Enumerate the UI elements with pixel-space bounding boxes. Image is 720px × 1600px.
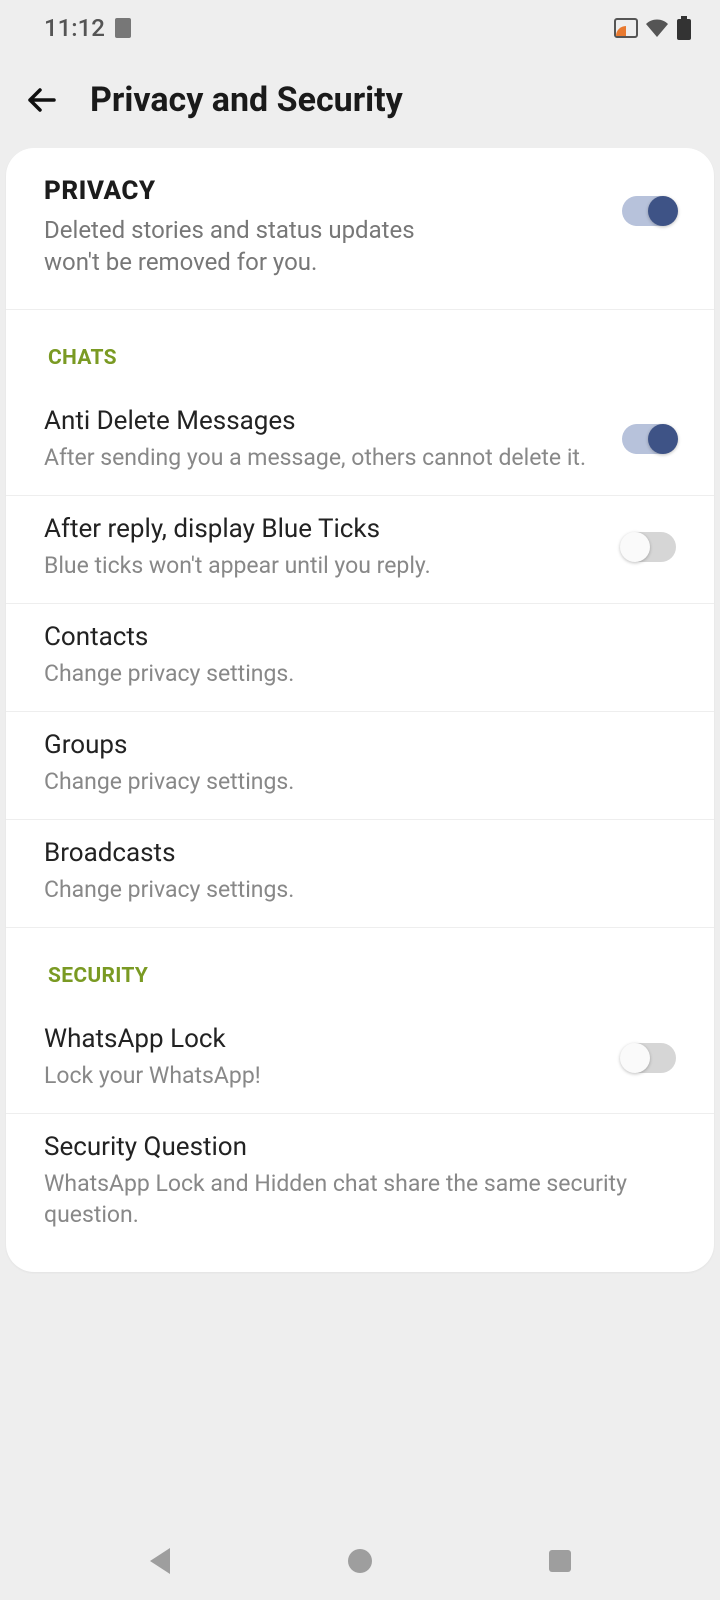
row-anti-delete[interactable]: Anti Delete Messages After sending you a…	[6, 388, 714, 496]
row-sub: After sending you a message, others cann…	[44, 442, 604, 473]
back-arrow-icon	[24, 82, 60, 118]
status-time: 11:12	[44, 14, 105, 42]
nav-recents-button[interactable]	[543, 1544, 577, 1578]
row-sub: Blue ticks won't appear until you reply.	[44, 550, 604, 581]
settings-card: PRIVACY Deleted stories and status updat…	[6, 148, 714, 1272]
row-blue-ticks[interactable]: After reply, display Blue Ticks Blue tic…	[6, 496, 714, 604]
triangle-back-icon	[146, 1546, 174, 1576]
nav-back-button[interactable]	[143, 1544, 177, 1578]
sd-card-icon	[115, 18, 131, 38]
status-right	[614, 16, 692, 40]
privacy-text: PRIVACY Deleted stories and status updat…	[6, 176, 622, 279]
row-title: WhatsApp Lock	[44, 1024, 604, 1054]
row-title: Anti Delete Messages	[44, 406, 604, 436]
page-header: Privacy and Security	[0, 56, 720, 148]
row-sub: Change privacy settings.	[44, 658, 658, 689]
blue-ticks-toggle[interactable]	[622, 532, 676, 562]
privacy-heading: PRIVACY	[6, 176, 622, 214]
status-left: 11:12	[44, 14, 131, 42]
privacy-toggle-wrap	[622, 176, 714, 226]
privacy-subtitle: Deleted stories and status updates won't…	[6, 214, 622, 279]
system-nav-bar	[0, 1522, 720, 1600]
row-title: After reply, display Blue Ticks	[44, 514, 604, 544]
back-button[interactable]	[22, 80, 62, 120]
row-sub: Change privacy settings.	[44, 874, 658, 905]
nav-home-button[interactable]	[343, 1544, 377, 1578]
row-contacts[interactable]: Contacts Change privacy settings.	[6, 604, 714, 712]
battery-icon	[676, 16, 692, 40]
chats-group-label: CHATS	[6, 310, 714, 388]
status-bar: 11:12	[0, 0, 720, 56]
row-security-question[interactable]: Security Question WhatsApp Lock and Hidd…	[6, 1114, 714, 1252]
row-title: Groups	[44, 730, 658, 760]
page-title: Privacy and Security	[90, 80, 403, 120]
square-recents-icon	[547, 1548, 573, 1574]
whatsapp-lock-toggle[interactable]	[622, 1043, 676, 1073]
row-sub: WhatsApp Lock and Hidden chat share the …	[44, 1168, 658, 1230]
row-title: Contacts	[44, 622, 658, 652]
row-broadcasts[interactable]: Broadcasts Change privacy settings.	[6, 820, 714, 928]
cast-icon	[614, 18, 638, 38]
security-group-label: SECURITY	[6, 928, 714, 1006]
row-title: Broadcasts	[44, 838, 658, 868]
row-sub: Change privacy settings.	[44, 766, 658, 797]
circle-home-icon	[346, 1547, 374, 1575]
wifi-icon	[644, 18, 670, 38]
anti-delete-toggle[interactable]	[622, 424, 676, 454]
row-groups[interactable]: Groups Change privacy settings.	[6, 712, 714, 820]
row-sub: Lock your WhatsApp!	[44, 1060, 604, 1091]
row-title: Security Question	[44, 1132, 658, 1162]
row-whatsapp-lock[interactable]: WhatsApp Lock Lock your WhatsApp!	[6, 1006, 714, 1114]
privacy-toggle[interactable]	[622, 196, 676, 226]
privacy-section[interactable]: PRIVACY Deleted stories and status updat…	[6, 176, 714, 310]
